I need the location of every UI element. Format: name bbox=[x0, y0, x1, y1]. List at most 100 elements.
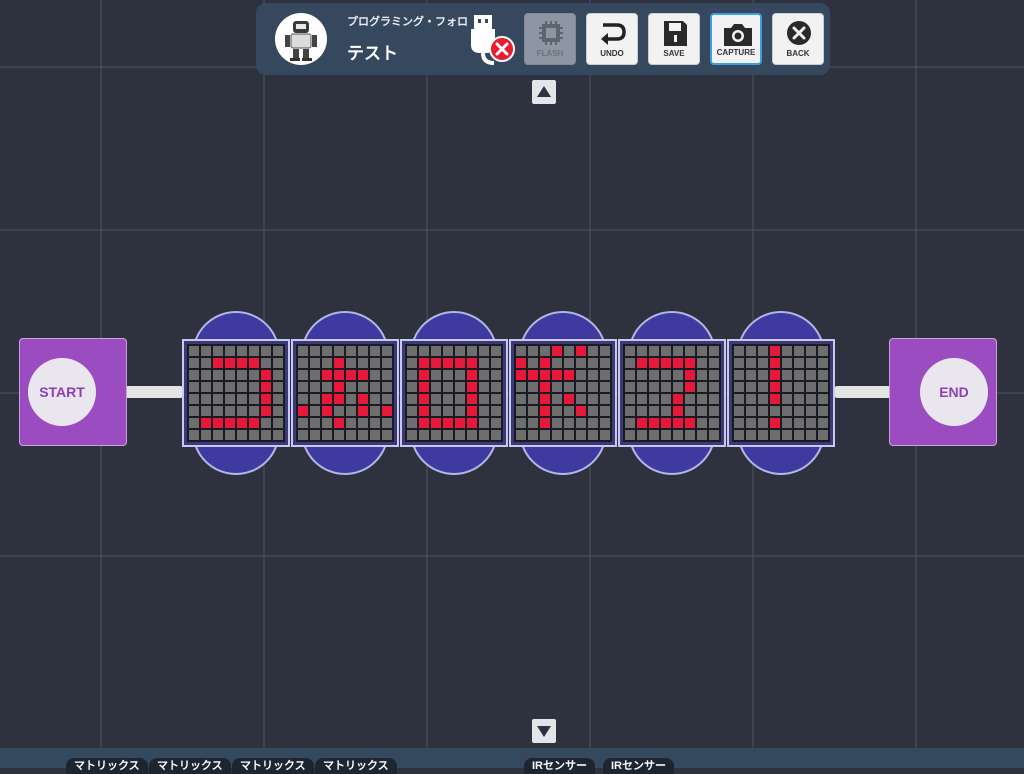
led-cell-on bbox=[467, 382, 477, 392]
led-cell-on bbox=[358, 370, 368, 380]
led-cell-on bbox=[334, 382, 344, 392]
palette-tab-matrix[interactable]: マトリックス bbox=[315, 758, 397, 774]
matrix-block[interactable] bbox=[509, 311, 617, 475]
scroll-up-button[interactable] bbox=[532, 80, 556, 104]
led-cell-off bbox=[818, 346, 828, 356]
led-cell-off bbox=[588, 358, 598, 368]
led-cell-on bbox=[770, 370, 780, 380]
led-cell-off bbox=[479, 346, 489, 356]
end-node[interactable]: END bbox=[889, 338, 997, 446]
matrix-block[interactable] bbox=[182, 311, 290, 475]
led-cell-off bbox=[697, 394, 707, 404]
led-cell-on bbox=[334, 418, 344, 428]
led-cell-off bbox=[382, 370, 392, 380]
led-cell-off bbox=[419, 430, 429, 440]
led-cell-off bbox=[746, 358, 756, 368]
led-cell-off bbox=[225, 370, 235, 380]
start-node[interactable]: START bbox=[19, 338, 127, 446]
led-cell-off bbox=[685, 406, 695, 416]
led-cell-off bbox=[298, 370, 308, 380]
led-cell-off bbox=[625, 406, 635, 416]
led-cell-off bbox=[806, 382, 816, 392]
led-cell-off bbox=[528, 406, 538, 416]
led-cell-off bbox=[516, 418, 526, 428]
led-cell-on bbox=[770, 394, 780, 404]
led-cell-off bbox=[552, 406, 562, 416]
scroll-down-button[interactable] bbox=[532, 719, 556, 743]
led-cell-off bbox=[564, 430, 574, 440]
led-cell-off bbox=[794, 346, 804, 356]
led-cell-off bbox=[818, 370, 828, 380]
led-cell-off bbox=[600, 430, 610, 440]
capture-button[interactable]: CAPTURE bbox=[710, 13, 762, 65]
led-cell-off bbox=[382, 382, 392, 392]
led-cell-off bbox=[697, 346, 707, 356]
led-cell-off bbox=[298, 382, 308, 392]
led-cell-off bbox=[625, 358, 635, 368]
led-cell-off bbox=[346, 406, 356, 416]
led-cell-off bbox=[758, 430, 768, 440]
back-button[interactable]: BACK bbox=[772, 13, 824, 65]
led-cell-off bbox=[443, 346, 453, 356]
led-cell-off bbox=[346, 346, 356, 356]
palette-tab-matrix[interactable]: マトリックス bbox=[66, 758, 148, 774]
led-cell-off bbox=[734, 394, 744, 404]
matrix-block[interactable] bbox=[291, 311, 399, 475]
undo-button[interactable]: UNDO bbox=[586, 13, 638, 65]
led-cell-off bbox=[249, 430, 259, 440]
led-cell-off bbox=[588, 346, 598, 356]
led-cell-off bbox=[358, 418, 368, 428]
led-cell-on bbox=[334, 370, 344, 380]
led-cell-off bbox=[564, 382, 574, 392]
led-cell-on bbox=[552, 346, 562, 356]
palette-tab-matrix[interactable]: マトリックス bbox=[232, 758, 314, 774]
led-cell-off bbox=[273, 346, 283, 356]
led-cell-off bbox=[576, 430, 586, 440]
led-cell-off bbox=[370, 406, 380, 416]
save-button[interactable]: SAVE bbox=[648, 13, 700, 65]
led-cell-off bbox=[625, 346, 635, 356]
led-cell-off bbox=[443, 382, 453, 392]
led-cell-off bbox=[491, 394, 501, 404]
led-cell-off bbox=[382, 394, 392, 404]
led-cell-off bbox=[189, 418, 199, 428]
matrix-block[interactable] bbox=[400, 311, 508, 475]
led-cell-on bbox=[213, 358, 223, 368]
led-cell-off bbox=[237, 406, 247, 416]
led-cell-off bbox=[746, 382, 756, 392]
led-cell-off bbox=[600, 418, 610, 428]
led-cell-off bbox=[479, 358, 489, 368]
led-cell-on bbox=[540, 358, 550, 368]
flash-button[interactable]: FLASH bbox=[524, 13, 576, 65]
palette-tab-matrix[interactable]: マトリックス bbox=[149, 758, 231, 774]
led-cell-off bbox=[552, 382, 562, 392]
led-cell-off bbox=[225, 430, 235, 440]
led-cell-off bbox=[479, 418, 489, 428]
led-cell-off bbox=[685, 394, 695, 404]
led-cell-on bbox=[261, 394, 271, 404]
palette-tab-ir-sensor[interactable]: IRセンサー bbox=[603, 758, 674, 774]
led-cell-off bbox=[358, 382, 368, 392]
led-cell-off bbox=[661, 382, 671, 392]
led-cell-off bbox=[237, 382, 247, 392]
matrix-block[interactable] bbox=[727, 311, 835, 475]
led-cell-off bbox=[407, 382, 417, 392]
led-cell-off bbox=[782, 394, 792, 404]
led-cell-on bbox=[516, 370, 526, 380]
palette-tab-ir-sensor[interactable]: IRセンサー bbox=[524, 758, 595, 774]
led-cell-off bbox=[697, 406, 707, 416]
led-cell-off bbox=[431, 430, 441, 440]
led-cell-off bbox=[709, 430, 719, 440]
led-cell-off bbox=[249, 346, 259, 356]
led-cell-on bbox=[673, 358, 683, 368]
led-cell-on bbox=[419, 394, 429, 404]
led-cell-off bbox=[261, 346, 271, 356]
led-cell-on bbox=[576, 346, 586, 356]
led-cell-off bbox=[201, 394, 211, 404]
led-cell-off bbox=[673, 370, 683, 380]
led-cell-off bbox=[407, 418, 417, 428]
led-cell-off bbox=[298, 358, 308, 368]
led-cell-off bbox=[358, 358, 368, 368]
led-cell-on bbox=[467, 406, 477, 416]
matrix-block[interactable] bbox=[618, 311, 726, 475]
